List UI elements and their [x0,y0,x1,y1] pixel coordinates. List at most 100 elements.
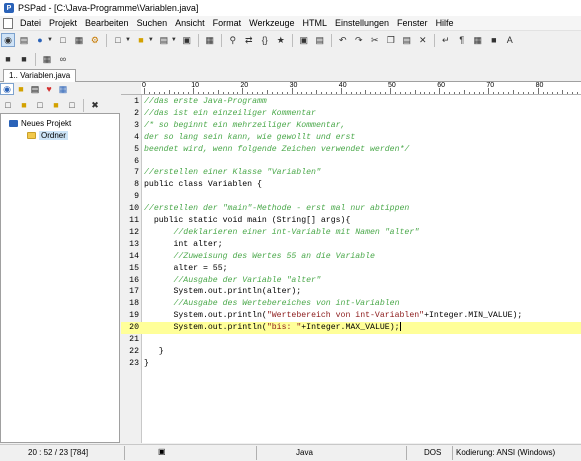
search-icon[interactable]: ⚲ [226,33,240,47]
column-select-icon[interactable]: ▦ [471,33,485,47]
menu-item-ansicht[interactable]: Ansicht [171,18,209,28]
file-tree-icon[interactable]: □ [56,33,70,47]
code-line[interactable]: 3 /* so beginnt ein mehrzeiliger Kommenta… [121,120,581,132]
menu-item-projekt[interactable]: Projekt [45,18,81,28]
remove-icon[interactable]: □ [65,98,79,112]
line-number: 9 [134,192,139,202]
code-line[interactable]: 8 public class Variablen { [121,179,581,191]
grid-icon[interactable]: ▦ [40,52,54,66]
add-file-icon[interactable]: □ [33,98,47,112]
code-line[interactable]: 18 //Ausgabe des Wertebereiches von int-… [121,298,581,310]
line-number: 17 [129,287,139,297]
dropdown-arrow-icon[interactable]: ▼ [148,37,154,43]
projects-tab-icon[interactable]: ◉ [0,83,14,95]
open-folder-icon[interactable]: ■ [134,33,148,47]
files-tab-icon[interactable]: ■ [14,83,28,95]
paste-icon[interactable]: ▤ [400,33,414,47]
dropdown-arrow-icon[interactable]: ▼ [125,37,131,43]
menu-item-werkzeuge[interactable]: Werkzeuge [245,18,298,28]
menu-item-einstellungen[interactable]: Einstellungen [331,18,393,28]
code-line[interactable]: 17 System.out.println(alter); [121,286,581,298]
pilcrow-icon[interactable]: ¶ [455,33,469,47]
code-line[interactable]: 15 alter = 55; [121,263,581,275]
menu-item-html[interactable]: HTML [299,18,332,28]
menu-item-datei[interactable]: Datei [16,18,45,28]
menu-item-fenster[interactable]: Fenster [393,18,432,28]
syntax-language[interactable]: Java [296,447,313,459]
cut-icon[interactable]: ✂ [368,33,382,47]
project-view-icon[interactable]: ◉ [1,33,15,47]
menu-item-hilfe[interactable]: Hilfe [432,18,458,28]
preview-icon[interactable]: ▣ [297,33,311,47]
code-line[interactable]: 13 int alter; [121,239,581,251]
tree-node-project[interactable]: Neues Projekt [9,119,71,128]
bookmark-icon[interactable]: ★ [274,33,288,47]
code-line[interactable]: 16 //Ausgabe der Variable "alter" [121,275,581,287]
code-text: int alter; [144,239,223,249]
ruler-tick [527,92,529,94]
ruler-label: 60 [437,82,445,89]
toolbar-separator [291,33,293,47]
code-line[interactable]: 4 der so lang sein kann, wie gewollt und … [121,132,581,144]
new-project-icon[interactable]: □ [1,98,15,112]
code-text: //erstellen einer Klasse "Variablen" [144,168,321,178]
open-files-tab-icon[interactable]: ▤ [28,83,42,95]
code-line[interactable]: 2 //das ist ein einzeiliger Kommentar [121,108,581,120]
app-icon[interactable]: P [4,3,14,13]
windows-icon[interactable]: ▤ [17,33,31,47]
ruler-tick [576,92,578,94]
code-line[interactable]: 9 [121,191,581,203]
save-icon[interactable]: ▤ [157,33,171,47]
code-explorer-icon[interactable]: {} [258,33,272,47]
code-line[interactable]: 23} [121,358,581,370]
code-line[interactable]: 1 //das erste Java-Programm [121,96,581,108]
favorites-tab-icon[interactable]: ♥ [42,83,56,95]
delete-icon[interactable]: ✕ [416,33,430,47]
code-line[interactable]: 6 [121,156,581,168]
hex-icon[interactable]: ▦ [72,33,86,47]
line-ending[interactable]: DOS [424,447,441,459]
code-line[interactable]: 12 //deklarieren einer int-Variable mit … [121,227,581,239]
add-folder-icon[interactable]: ■ [49,98,63,112]
open-project-icon[interactable]: ■ [17,98,31,112]
highlight-icon[interactable]: ■ [487,33,501,47]
current-code-line[interactable]: 20 System.out.println("bis: "+Integer.MA… [121,322,581,334]
word-wrap-icon[interactable]: ↵ [439,33,453,47]
ruler-label: 70 [486,82,495,89]
dropdown-arrow-icon[interactable]: ▼ [171,37,177,43]
menu-item-format[interactable]: Format [209,18,246,28]
code-line[interactable]: 14 //Zuweisung des Wertes 55 an die Vari… [121,251,581,263]
code-line[interactable]: 7 //erstellen einer Klasse "Variablen" [121,167,581,179]
run-icon[interactable]: ■ [1,52,15,66]
code-line[interactable]: 19 System.out.println("Wertebereich von … [121,310,581,322]
settings-icon[interactable]: ⚙ [88,33,102,47]
ftp-icon[interactable]: ▦ [203,33,217,47]
external-tool-icon[interactable]: ∞ [56,52,70,66]
tab-variablen-java[interactable]: 1.. Variablen.java [3,69,77,82]
menu-item-suchen[interactable]: Suchen [133,18,172,28]
tree-node-folder[interactable]: Ordner [27,131,68,140]
code-line[interactable]: 11 public static void main (String[] arg… [121,215,581,227]
save-all-icon[interactable]: ▣ [180,33,194,47]
code-line[interactable]: 22 } [121,346,581,358]
replace-icon[interactable]: ⇄ [242,33,256,47]
code-line[interactable]: 5 beendet wird, wenn folgende Zeichen ver… [121,144,581,156]
print-icon[interactable]: ▤ [313,33,327,47]
document-icon[interactable] [3,17,13,29]
code-line[interactable]: 21 [121,334,581,346]
dropdown-arrow-icon[interactable]: ▼ [47,37,53,43]
compile-icon[interactable]: ■ [17,52,31,66]
undo-icon[interactable]: ↶ [336,33,350,47]
project-settings-icon[interactable]: ✖ [88,98,102,112]
new-file-icon[interactable]: □ [111,33,125,47]
ruler-tick [562,90,564,94]
copy-icon[interactable]: ❐ [384,33,398,47]
menu-item-bearbeiten[interactable]: Bearbeiten [81,18,133,28]
redo-icon[interactable]: ↷ [352,33,366,47]
explorer-tab-icon[interactable]: ▦ [56,83,70,95]
code-line[interactable]: 10 //erstellen der "main"-Methode - erst … [121,203,581,215]
encoding[interactable]: Kodierung: ANSI (Windows) [456,447,555,459]
code-editor[interactable]: 1 //das erste Java-Programm 2 //das ist ein… [121,95,581,443]
spell-check-icon[interactable]: A [503,33,517,47]
save-settings-icon[interactable]: ● [33,33,47,47]
